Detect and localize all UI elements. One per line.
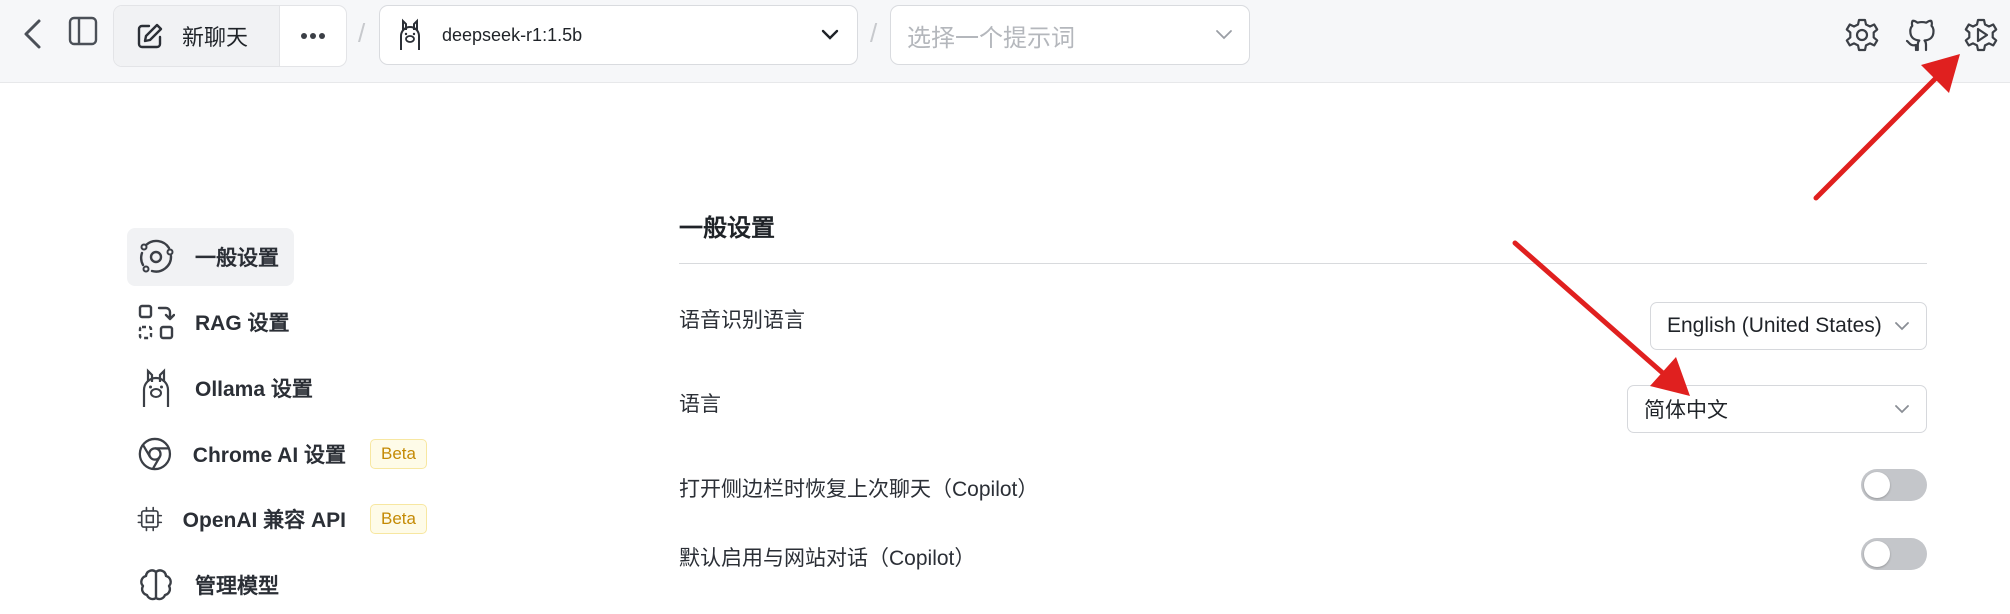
divider (679, 263, 1927, 264)
restore-last-chat-label: 打开侧边栏时恢复上次聊天（Copilot） (679, 478, 1039, 501)
llama-icon (400, 18, 420, 50)
settings-sidepanel-button[interactable] (1961, 15, 2001, 55)
sidebar-item-openai-api[interactable]: OpenAI 兼容 API Beta (127, 490, 427, 548)
sidebar-item-label: Ollama 设置 (195, 378, 313, 401)
sidebar-item-label: 一般设置 (195, 247, 279, 270)
sidebar-item-label: Chrome AI 设置 (192, 444, 347, 467)
toggle-knob (1864, 472, 1890, 498)
gear-icon (1845, 18, 1879, 52)
chevron-left-icon (24, 19, 41, 49)
chrome-icon (138, 437, 172, 471)
sidebar-item-label: OpenAI 兼容 API (182, 509, 347, 532)
language-select[interactable]: 简体中文 (1627, 385, 1927, 433)
model-select-value: deepseek-r1:1.5b (442, 24, 583, 45)
sidebar-item-label: 管理模型 (195, 575, 279, 598)
chat-with-website-toggle[interactable] (1861, 538, 1927, 570)
github-icon (1905, 19, 1935, 52)
top-bar: 新聊天 / deepseek-r1:1.5b / 选择一个提示词 (0, 0, 2010, 83)
restore-last-chat-toggle[interactable] (1861, 469, 1927, 501)
sidebar-item-ollama[interactable]: Ollama 设置 (127, 359, 427, 417)
new-chat-label: 新聊天 (182, 25, 249, 50)
more-options-button[interactable] (280, 6, 346, 66)
more-horizontal-icon (301, 33, 325, 39)
toggle-knob (1864, 541, 1890, 567)
sidebar-icon (68, 16, 98, 46)
prompt-select[interactable]: 选择一个提示词 (890, 5, 1250, 65)
chevron-down-icon (1895, 405, 1909, 414)
breadcrumb-separator: / (358, 18, 366, 48)
language-label: 语言 (679, 393, 721, 416)
model-select[interactable]: deepseek-r1:1.5b (379, 5, 858, 65)
edit-icon (137, 23, 163, 49)
new-chat-button[interactable]: 新聊天 (114, 6, 280, 66)
settings-orbit-icon (140, 239, 174, 273)
chevron-down-icon (821, 29, 839, 40)
sidebar-item-rag[interactable]: RAG 设置 (127, 293, 427, 351)
new-chat-group: 新聊天 (113, 5, 347, 67)
chevron-down-icon (1216, 30, 1232, 40)
settings-button[interactable] (1842, 15, 1882, 55)
github-button[interactable] (1901, 15, 1941, 55)
page-title: 一般设置 (679, 215, 775, 242)
sidebar-toggle-button[interactable] (66, 14, 100, 48)
sidebar-item-general[interactable]: 一般设置 (127, 228, 294, 286)
speech-language-value: English (United States) (1667, 314, 1882, 337)
sidebar-item-manage-models[interactable]: 管理模型 (127, 556, 427, 614)
brain-icon (140, 569, 172, 601)
sidebar-item-label: RAG 设置 (195, 312, 290, 335)
beta-badge: Beta (370, 504, 427, 534)
speech-language-select[interactable]: English (United States) (1650, 302, 1927, 350)
cpu-icon (137, 506, 163, 532)
breadcrumb-separator: / (870, 18, 878, 48)
rag-icon (138, 304, 175, 340)
back-button[interactable] (14, 16, 50, 52)
prompt-select-placeholder: 选择一个提示词 (907, 24, 1075, 52)
llama-icon (142, 368, 170, 407)
chevron-down-icon (1895, 322, 1909, 331)
beta-badge: Beta (370, 439, 427, 469)
language-value: 简体中文 (1644, 399, 1728, 422)
speech-language-label: 语音识别语言 (679, 309, 805, 332)
gear-play-icon (1964, 18, 1998, 52)
sidebar-item-chrome-ai[interactable]: Chrome AI 设置 Beta (127, 425, 427, 483)
chat-with-website-label: 默认启用与网站对话（Copilot） (679, 547, 976, 570)
